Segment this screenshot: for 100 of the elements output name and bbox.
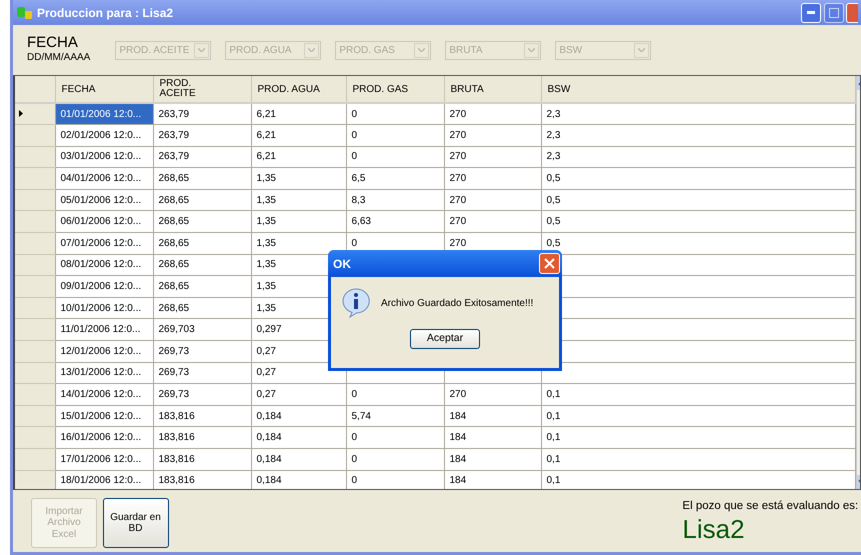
dialog-message: Archivo Guardado Exitosamente!!! (381, 296, 534, 310)
table-cell: 263,79 (153, 146, 251, 168)
table-cell: 2,3 (541, 146, 855, 168)
table-cell: 0,184 (251, 405, 346, 427)
date-label: FECHA (27, 35, 79, 50)
table-cell: 0,1 (541, 405, 855, 427)
table-cell: 268,65 (153, 210, 251, 233)
caret-icon (308, 48, 316, 52)
table-cell: 0,27 (251, 384, 346, 406)
table-cell: 15/01/2006 12:0... (55, 405, 153, 427)
table-cell: 2,3 (541, 124, 855, 146)
table-cell: 09/01/2006 12:0... (55, 276, 153, 298)
minimize-button[interactable] (800, 2, 821, 22)
table-cell: 1,35 (251, 168, 346, 190)
table-cell: 268,65 (153, 168, 251, 190)
table-cell: 183,816 (153, 448, 251, 470)
table-cell: 183,816 (153, 470, 251, 489)
table-cell: 11/01/2006 12:0... (55, 318, 153, 341)
well-name: Lisa2 (682, 515, 746, 544)
table-cell: 269,73 (153, 340, 251, 362)
info-icon (342, 288, 370, 318)
date-format-label: DD/MM/AAAA (27, 51, 90, 65)
table-cell: 02/01/2006 12:0... (55, 124, 153, 146)
table-cell: 6,21 (251, 103, 346, 125)
table-cell: 0 (346, 448, 444, 470)
table-cell: 08/01/2006 12:0... (55, 254, 153, 276)
table-cell: 8,3 (346, 189, 444, 211)
close-icon (544, 258, 555, 269)
table-cell: 0,5 (541, 210, 855, 233)
table-cell: 270 (444, 146, 541, 168)
table-cell: 0,5 (541, 189, 855, 211)
table-cell: 17/01/2006 12:0... (55, 448, 153, 470)
table-cell: 06/01/2006 12:0... (55, 210, 153, 233)
caret-icon (418, 48, 426, 52)
table-cell: 07/01/2006 12:0... (55, 232, 153, 254)
table-cell: 6,21 (251, 124, 346, 146)
column-header[interactable]: BRUTA (450, 84, 484, 94)
table-cell: 269,703 (153, 318, 251, 341)
close-button[interactable] (846, 2, 858, 22)
table-cell: 0 (346, 124, 444, 146)
table-cell: 6,21 (251, 146, 346, 168)
table-cell: 269,73 (153, 362, 251, 384)
table-cell: 0,5 (541, 168, 855, 190)
table-cell: 270 (444, 189, 541, 211)
column-header[interactable]: FECHA (62, 84, 96, 94)
table-cell: 16/01/2006 12:0... (55, 426, 153, 448)
table-cell: 0,1 (541, 426, 855, 448)
table-cell: 270 (444, 168, 541, 190)
table-cell: 1,35 (251, 189, 346, 211)
close-button[interactable] (539, 253, 560, 274)
table-cell: 0 (346, 470, 444, 489)
table-cell: 0,1 (541, 384, 855, 406)
table-cell: 268,65 (153, 189, 251, 211)
table-cell: 268,65 (153, 276, 251, 298)
table-cell: 2,3 (541, 103, 855, 125)
column-header[interactable]: BSW (548, 84, 570, 94)
table-cell: 184 (444, 470, 541, 489)
table-cell: 0,184 (251, 470, 346, 489)
table-cell: 0 (346, 384, 444, 406)
table-cell: 184 (444, 426, 541, 448)
table-cell: 0 (346, 426, 444, 448)
table-cell: 184 (444, 448, 541, 470)
table-cell: 5,74 (346, 405, 444, 427)
table-cell: 14/01/2006 12:0... (55, 384, 153, 406)
table-cell: 269,73 (153, 384, 251, 406)
caret-icon (638, 48, 646, 52)
table-cell: 0,184 (251, 448, 346, 470)
table-cell: 18/01/2006 12:0... (55, 470, 153, 489)
table-cell: 184 (444, 405, 541, 427)
maximize-button[interactable] (824, 2, 844, 22)
table-cell: 1,35 (251, 210, 346, 233)
table-cell: 04/01/2006 12:0... (55, 168, 153, 190)
table-cell: 0,1 (541, 448, 855, 470)
table-cell: 268,65 (153, 232, 251, 254)
window-title: Produccion para : Lisa2 (37, 4, 174, 22)
table-cell: 268,65 (153, 297, 251, 319)
table-cell: 263,79 (153, 124, 251, 146)
table-cell: 183,816 (153, 405, 251, 427)
table-cell: 0 (346, 103, 444, 125)
caret-icon (198, 48, 206, 52)
table-cell: 6,63 (346, 210, 444, 233)
app-logo-icon (17, 6, 33, 20)
ok-button[interactable]: Aceptar (410, 329, 480, 349)
table-cell: 0,1 (541, 470, 855, 489)
table-cell: 13/01/2006 12:0... (55, 362, 153, 384)
table-cell: 270 (444, 384, 541, 406)
well-caption: El pozo que se está evaluando es: (682, 499, 858, 514)
table-cell: 183,816 (153, 426, 251, 448)
minimize-icon (806, 11, 815, 14)
table-cell: 05/01/2006 12:0... (55, 189, 153, 211)
table-cell: 270 (444, 210, 541, 233)
action-button[interactable]: Guardar en BD (102, 498, 168, 548)
table-cell: 12/01/2006 12:0... (55, 340, 153, 362)
table-cell: 01/01/2006 12:0... (55, 103, 153, 125)
table-cell: 270 (444, 124, 541, 146)
table-cell: 6,5 (346, 168, 444, 190)
row-pointer-icon (19, 110, 23, 117)
table-cell: 268,65 (153, 254, 251, 276)
table-cell: 0,184 (251, 426, 346, 448)
maximize-icon (828, 8, 838, 18)
